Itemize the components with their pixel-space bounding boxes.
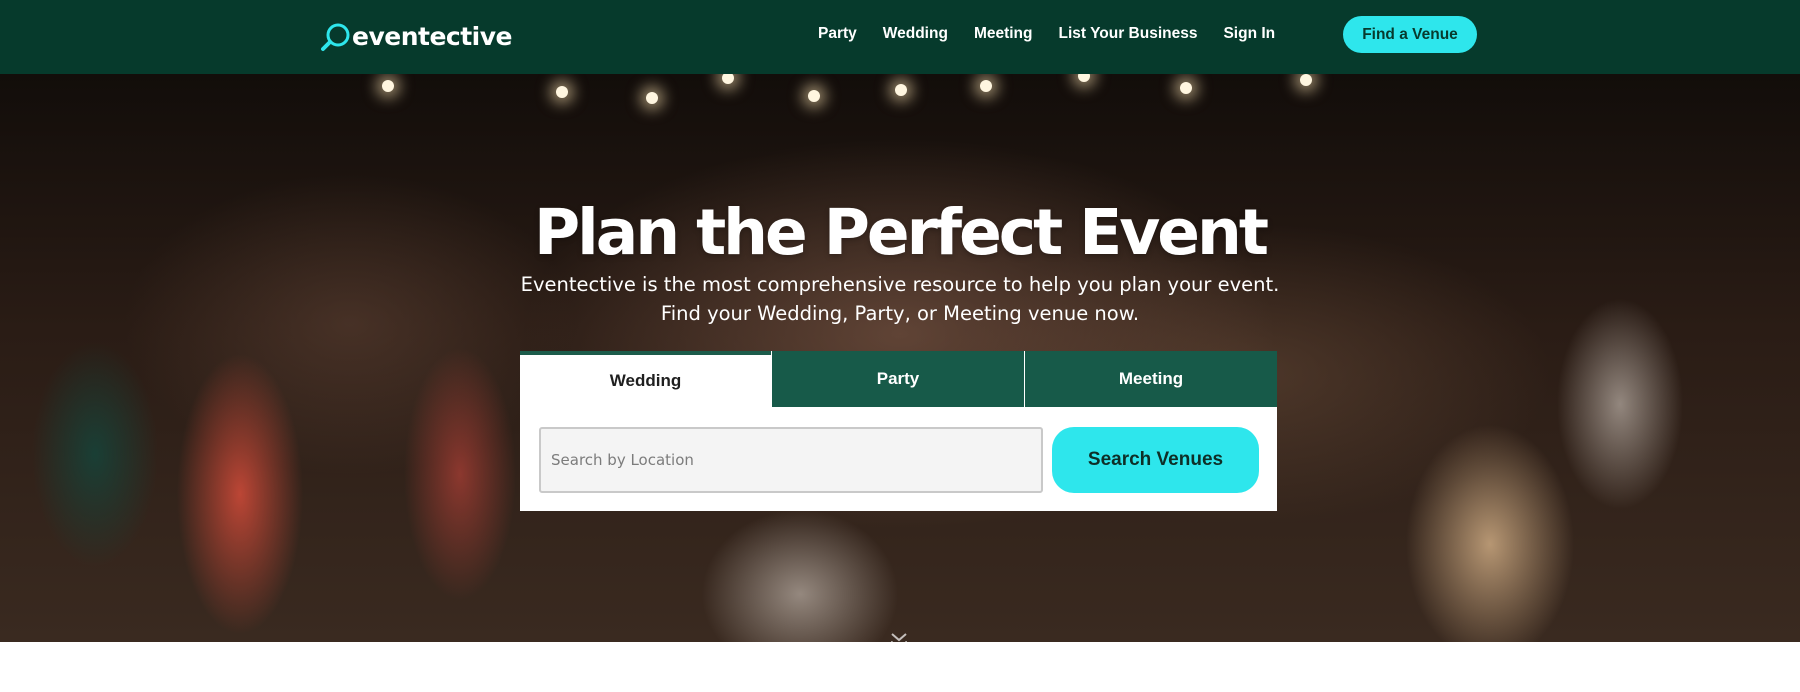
event-type-tabs: Wedding Party Meeting [520,351,1277,407]
string-light [895,84,907,96]
string-light [646,92,658,104]
hero-section: Plan the Perfect Event Eventective is th… [0,74,1800,642]
string-light [722,74,734,84]
find-a-venue-button[interactable]: Find a Venue [1343,16,1477,53]
logo[interactable]: eventective [320,18,513,54]
main-nav: Party Wedding Meeting List Your Business… [818,0,1301,68]
logo-text: eventective [352,21,513,51]
string-light [808,90,820,102]
nav-meeting[interactable]: Meeting [974,25,1033,43]
string-light [1180,82,1192,94]
tab-meeting[interactable]: Meeting [1024,351,1277,407]
string-light [980,80,992,92]
site-header: eventective Party Wedding Meeting List Y… [0,0,1800,74]
hero-subtitle-line2: Find your Wedding, Party, or Meeting ven… [660,302,1140,325]
magnifier-logo-icon [321,23,350,51]
venue-search-card: Wedding Party Meeting Search Venues [520,351,1277,511]
string-light [1300,74,1312,86]
nav-party[interactable]: Party [818,25,857,43]
string-light [1078,74,1090,82]
tab-wedding[interactable]: Wedding [520,351,771,407]
string-light [382,80,394,92]
nav-list-your-business[interactable]: List Your Business [1059,25,1198,43]
chevron-down-icon[interactable] [886,630,912,656]
tab-party[interactable]: Party [771,351,1024,407]
nav-wedding[interactable]: Wedding [883,25,948,43]
location-search-input[interactable] [539,427,1043,493]
string-light [556,86,568,98]
search-venues-button[interactable]: Search Venues [1052,427,1259,493]
hero-subtitle-line1: Eventective is the most comprehensive re… [520,273,1280,296]
nav-sign-in[interactable]: Sign In [1223,25,1275,43]
hero-title: Plan the Perfect Event [534,196,1269,269]
